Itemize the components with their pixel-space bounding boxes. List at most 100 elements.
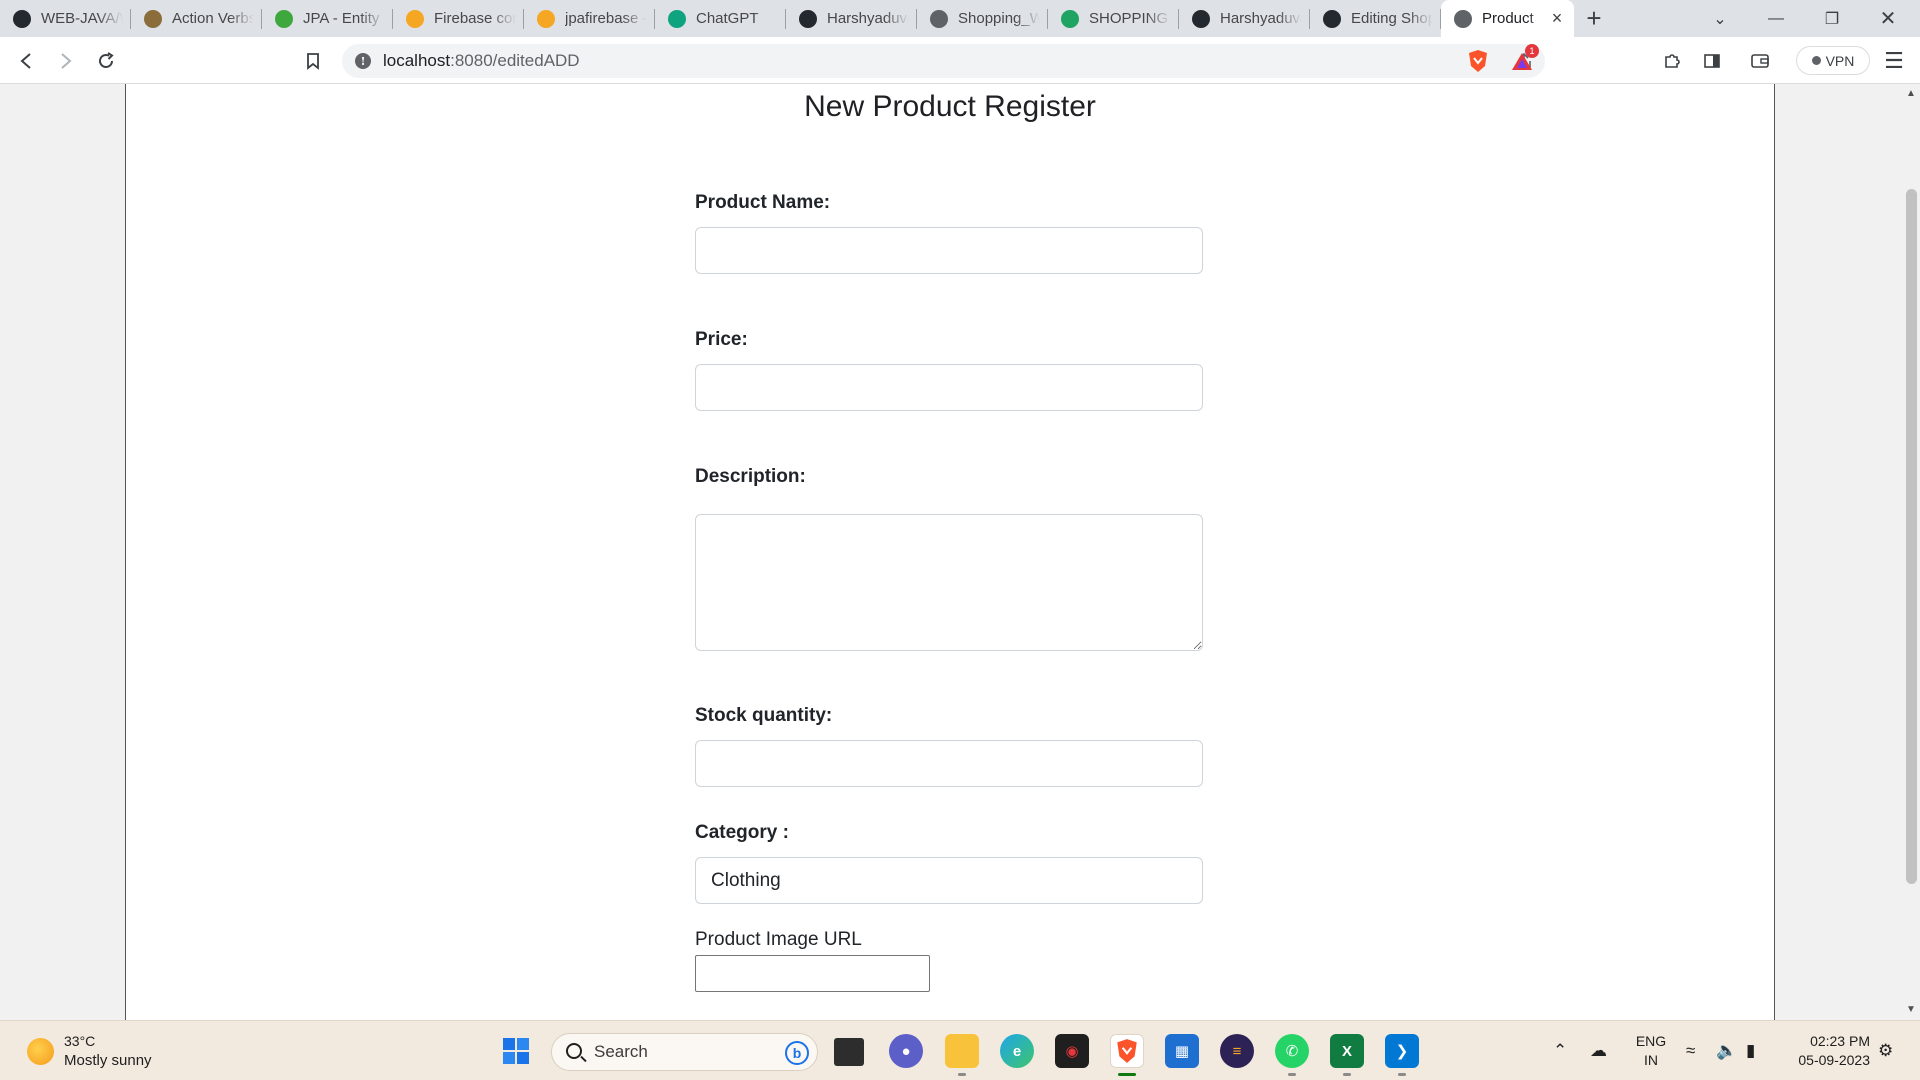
eclipse-ide-icon[interactable]: ≡ — [1220, 1034, 1254, 1068]
close-window-button[interactable]: ✕ — [1860, 0, 1916, 37]
description-textarea[interactable] — [695, 514, 1203, 651]
task-view-icon[interactable] — [834, 1038, 864, 1066]
rewards-badge: 1 — [1525, 44, 1539, 58]
excel-icon[interactable]: X — [1330, 1034, 1364, 1068]
product-image-url-input[interactable] — [695, 955, 930, 992]
weather-temperature[interactable]: 33°C — [64, 1033, 95, 1049]
stock-quantity-input[interactable] — [695, 740, 1203, 787]
browser-tab[interactable]: Shopping_W — [917, 0, 1048, 37]
scrollbar-thumb[interactable] — [1906, 189, 1917, 884]
tab-title: Harshyaduva — [827, 10, 909, 27]
chatgpt-icon — [668, 9, 686, 28]
taskbar-search-placeholder: Search — [594, 1042, 648, 1061]
page-viewport: New Product Register Product Name: Price… — [0, 84, 1920, 1020]
whatsapp-icon[interactable]: ✆ — [1275, 1034, 1309, 1068]
product-image-url-label: Product Image URL — [695, 929, 862, 950]
back-button[interactable] — [12, 47, 40, 75]
tab-title: jpafirebase - — [565, 10, 647, 27]
minimize-window-button[interactable]: — — [1748, 0, 1804, 37]
whatsapp-running-indicator — [1288, 1073, 1296, 1076]
browser-toolbar: ! localhost:8080/editedADD 1 VPN ☰ — [0, 37, 1920, 84]
windows-start-icon[interactable] — [499, 1034, 533, 1068]
github-icon — [799, 9, 817, 28]
tab-title: SHOPPING A — [1089, 10, 1171, 27]
menu-hamburger-icon[interactable]: ☰ — [1880, 47, 1908, 75]
price-label: Price: — [695, 329, 748, 350]
clock-time[interactable]: 02:23 PM — [1790, 1033, 1870, 1049]
new-tab-button[interactable]: + — [1574, 0, 1614, 37]
reload-button[interactable] — [92, 47, 120, 75]
brave-rewards-icon[interactable]: 1 — [1508, 44, 1539, 75]
browser-tab[interactable]: Firebase con — [393, 0, 524, 37]
bookmark-button[interactable] — [299, 47, 327, 75]
vpn-status-dot-icon — [1811, 56, 1821, 65]
language-code[interactable]: ENG — [1633, 1033, 1669, 1049]
tab-title: Shopping_W — [958, 10, 1040, 27]
tab-search-chevron-icon[interactable]: ⌄ — [1692, 0, 1748, 37]
edge-browser-icon[interactable]: e — [1000, 1034, 1034, 1068]
vpn-button[interactable]: VPN — [1796, 46, 1870, 75]
site-info-icon[interactable]: ! — [355, 53, 371, 69]
battery-icon[interactable]: ▮ — [1746, 1041, 1755, 1061]
page-scrollbar[interactable]: ▲ ▼ — [1902, 84, 1920, 1020]
taskbar-search-box[interactable]: Search b — [551, 1033, 818, 1071]
forward-button[interactable] — [52, 47, 80, 75]
firebase-icon — [406, 9, 424, 28]
tray-chevron-up-icon[interactable]: ⌃ — [1553, 1041, 1567, 1061]
wifi-icon[interactable]: ≈ — [1686, 1041, 1695, 1061]
github-icon — [1323, 9, 1341, 28]
browser-tab[interactable]: Harshyaduva — [1179, 0, 1310, 37]
file-explorer-running-indicator — [958, 1073, 966, 1076]
github-icon — [13, 9, 31, 28]
file-explorer-icon[interactable] — [945, 1034, 979, 1068]
tab-close-icon[interactable]: × — [1548, 8, 1566, 29]
excel-running-indicator — [1343, 1073, 1351, 1076]
weather-description[interactable]: Mostly sunny — [64, 1052, 152, 1069]
vscode-icon[interactable]: ❯ — [1385, 1034, 1419, 1068]
browser-tab[interactable]: Action Verbs — [131, 0, 262, 37]
bing-icon[interactable]: b — [785, 1041, 809, 1065]
scroll-up-arrow-icon[interactable]: ▲ — [1906, 88, 1916, 99]
vpn-label: VPN — [1825, 52, 1855, 69]
browser-tab[interactable]: ChatGPT — [655, 0, 786, 37]
browser-tab[interactable]: Harshyaduva — [786, 0, 917, 37]
action-verbs-icon — [144, 9, 162, 28]
bookmark-icon — [307, 53, 319, 70]
url-path: :8080/editedADD — [450, 51, 580, 70]
tab-title: WEB-JAVA/W — [41, 10, 123, 27]
product-name-input[interactable] — [695, 227, 1203, 274]
price-input[interactable] — [695, 364, 1203, 411]
restore-window-button[interactable]: ❐ — [1804, 0, 1860, 37]
browser-tab[interactable]: SHOPPING A — [1048, 0, 1179, 37]
language-region[interactable]: IN — [1633, 1052, 1669, 1068]
google-drive-icon — [1061, 9, 1079, 28]
browser-tab[interactable]: Product × — [1441, 0, 1574, 37]
microsoft-store-icon[interactable]: ▦ — [1165, 1034, 1199, 1068]
weather-sun-icon[interactable] — [27, 1038, 54, 1065]
browser-tab[interactable]: Editing Shop — [1310, 0, 1441, 37]
scroll-down-arrow-icon[interactable]: ▼ — [1906, 1004, 1916, 1015]
onedrive-cloud-icon[interactable]: ☁ — [1590, 1041, 1607, 1061]
notification-bell-icon[interactable]: ⚙ — [1878, 1041, 1893, 1061]
volume-speaker-icon[interactable]: 🔈 — [1716, 1041, 1737, 1061]
browser-tab[interactable]: JPA - Entity R — [262, 0, 393, 37]
tab-title: Editing Shop — [1351, 10, 1433, 27]
category-label: Category : — [695, 822, 789, 843]
browser-tab[interactable]: jpafirebase - — [524, 0, 655, 37]
teams-chat-icon[interactable]: ● — [889, 1034, 923, 1068]
tab-title: Product — [1482, 10, 1534, 27]
url-host: localhost — [383, 51, 451, 70]
wallet-icon[interactable] — [1746, 47, 1774, 75]
address-bar[interactable]: ! localhost:8080/editedADD — [342, 44, 1545, 78]
tab-title: JPA - Entity R — [303, 10, 385, 27]
brave-shields-icon[interactable] — [1464, 47, 1492, 75]
brave-browser-icon[interactable] — [1110, 1034, 1144, 1068]
browser-tab[interactable]: WEB-JAVA/W — [0, 0, 131, 37]
tabs-container: WEB-JAVA/W Action Verbs JPA - Entity R Fire… — [0, 0, 1574, 37]
extensions-puzzle-icon[interactable] — [1658, 47, 1686, 75]
sidebar-toggle-icon[interactable] — [1698, 47, 1726, 75]
clock-date[interactable]: 05-09-2023 — [1790, 1052, 1870, 1068]
category-select[interactable]: Clothing — [695, 857, 1203, 904]
url-text[interactable]: localhost:8080/editedADD — [383, 51, 580, 71]
screen-recorder-icon[interactable]: ◉ — [1055, 1034, 1089, 1068]
